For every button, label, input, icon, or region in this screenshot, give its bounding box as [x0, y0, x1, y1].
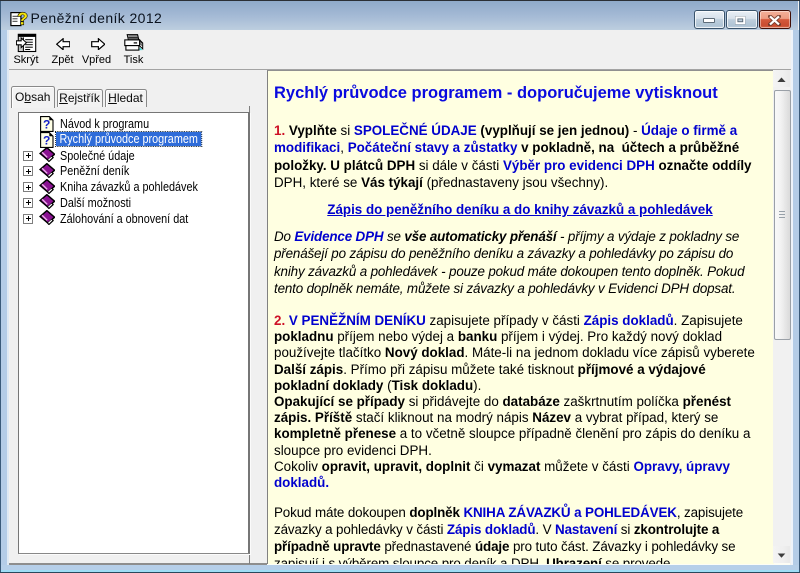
svg-text:?: ?	[43, 118, 50, 132]
svg-text:?: ?	[43, 133, 50, 147]
svg-text:?: ?	[17, 9, 28, 27]
